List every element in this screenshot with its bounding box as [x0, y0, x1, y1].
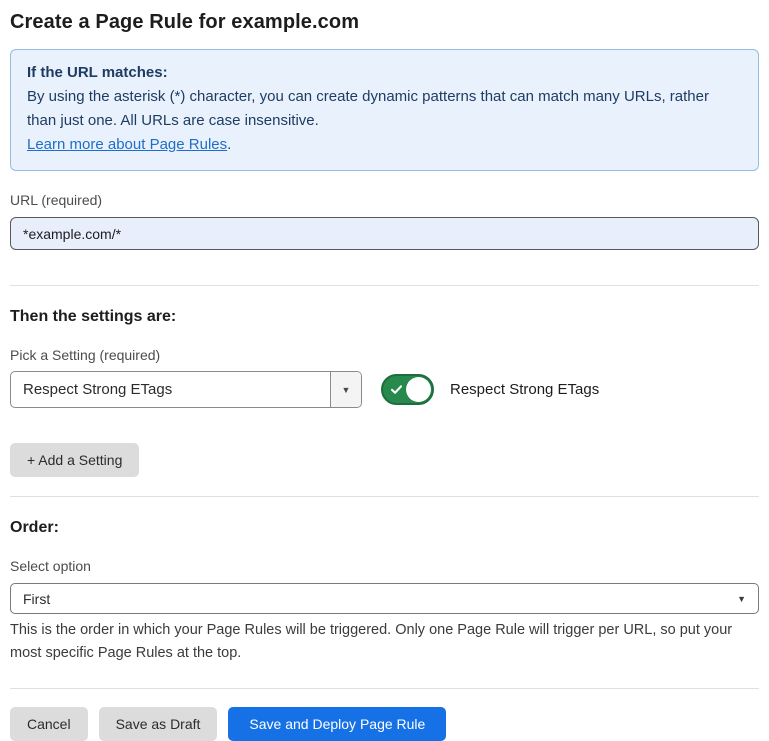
setting-select[interactable]: Respect Strong ETags ▼ [10, 371, 362, 408]
footer-divider [10, 688, 759, 689]
settings-section-heading: Then the settings are: [10, 308, 759, 326]
info-box-heading: If the URL matches: [27, 61, 742, 85]
info-box-link-line: Learn more about Page Rules. [27, 133, 742, 157]
order-section-heading: Order: [10, 519, 759, 537]
order-help-text: This is the order in which your Page Rul… [10, 619, 755, 665]
chevron-down-icon: ▼ [737, 594, 746, 604]
section-divider [10, 496, 759, 497]
toggle-knob [406, 377, 431, 402]
etags-toggle[interactable] [381, 374, 434, 405]
url-match-info-box: If the URL matches: By using the asteris… [10, 49, 759, 171]
info-box-body: By using the asterisk (*) character, you… [27, 85, 742, 133]
url-field-label: URL (required) [10, 192, 759, 208]
url-input[interactable] [10, 217, 759, 250]
order-select-label: Select option [10, 558, 759, 574]
chevron-down-icon[interactable]: ▼ [330, 372, 361, 407]
footer-actions: Cancel Save as Draft Save and Deploy Pag… [10, 707, 759, 741]
section-divider [10, 285, 759, 286]
save-as-draft-button[interactable]: Save as Draft [99, 707, 218, 741]
cancel-button[interactable]: Cancel [10, 707, 88, 741]
save-and-deploy-button[interactable]: Save and Deploy Page Rule [228, 707, 446, 741]
order-select[interactable]: First ▼ [10, 583, 759, 614]
link-period: . [227, 136, 231, 153]
pick-setting-label: Pick a Setting (required) [10, 347, 759, 363]
checkmark-icon [390, 383, 403, 401]
setting-row: Respect Strong ETags ▼ Respect Strong ET… [10, 371, 759, 408]
order-select-value: First [23, 591, 737, 607]
learn-more-link[interactable]: Learn more about Page Rules [27, 136, 227, 153]
setting-select-value: Respect Strong ETags [11, 372, 330, 407]
add-setting-button[interactable]: + Add a Setting [10, 443, 139, 477]
toggle-label: Respect Strong ETags [450, 381, 599, 398]
page-title: Create a Page Rule for example.com [10, 11, 759, 34]
